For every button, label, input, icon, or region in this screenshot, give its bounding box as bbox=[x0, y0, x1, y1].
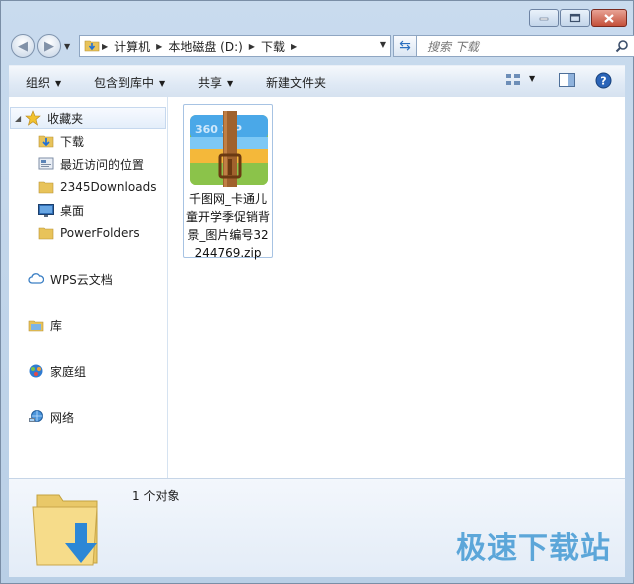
favorites-label: 收藏夹 bbox=[47, 111, 84, 126]
star-icon bbox=[25, 110, 41, 126]
preview-pane-icon bbox=[559, 73, 575, 87]
explorer-window: ◀ ▶ ▼ ▶ 计算机 ▶ 本地磁盘 (D:) ▶ 下载 ▶ ▼ ⇆ 组织 ▼ 包… bbox=[0, 0, 634, 584]
command-bar: 组织 ▼ 包含到库中 ▼ 共享 ▼ 新建文件夹 ▼ ? bbox=[9, 65, 625, 98]
file-item-zip[interactable]: 360 ZIP 千图网_卡通儿童开学季促销背景_图片编号32244769.zip bbox=[183, 104, 273, 260]
search-box[interactable] bbox=[416, 35, 634, 57]
sidebar-item-libraries[interactable]: 库 bbox=[28, 314, 186, 336]
caret-down-icon: ▼ bbox=[227, 79, 234, 88]
caret-down-icon: ▼ bbox=[55, 79, 62, 88]
sidebar-item-label: 桌面 bbox=[60, 203, 85, 218]
forward-button[interactable]: ▶ bbox=[37, 34, 61, 58]
caption-buttons bbox=[529, 9, 627, 27]
recent-places-icon bbox=[38, 156, 54, 172]
homegroup-icon bbox=[28, 363, 44, 379]
breadcrumb-drive-d[interactable]: 本地磁盘 (D:) bbox=[168, 38, 242, 55]
folder-download-icon bbox=[38, 133, 54, 149]
maximize-icon bbox=[569, 13, 581, 23]
view-dropdown-icon[interactable]: ▼ bbox=[529, 74, 535, 83]
sidebar-item-label: 最近访问的位置 bbox=[60, 157, 145, 172]
breadcrumb-downloads[interactable]: 下载 bbox=[261, 38, 285, 55]
caret-down-icon: ▼ bbox=[159, 79, 166, 88]
sidebar-item-label: 下载 bbox=[60, 134, 85, 149]
chevron-right-icon[interactable]: ▶ bbox=[249, 42, 255, 51]
maximize-button[interactable] bbox=[560, 9, 590, 27]
refresh-icon: ⇆ bbox=[399, 38, 411, 54]
file-list-area[interactable]: 360 ZIP 千图网_卡通儿童开学季促销背景_图片编号32244769.zip bbox=[168, 97, 625, 478]
back-button[interactable]: ◀ bbox=[11, 34, 35, 58]
sidebar-item-label: WPS云文档 bbox=[50, 272, 113, 287]
share-label: 共享 bbox=[198, 76, 223, 90]
watermark-text: 极速下载站 bbox=[456, 531, 611, 566]
sidebar-item-wps-cloud[interactable]: WPS云文档 bbox=[28, 268, 186, 290]
new-folder-button[interactable]: 新建文件夹 bbox=[266, 74, 326, 91]
close-icon bbox=[604, 13, 614, 23]
back-arrow-icon: ◀ bbox=[18, 38, 28, 54]
navigation-bar: ◀ ▶ ▼ ▶ 计算机 ▶ 本地磁盘 (D:) ▶ 下载 ▶ ▼ ⇆ bbox=[11, 33, 634, 59]
address-bar[interactable]: ▶ 计算机 ▶ 本地磁盘 (D:) ▶ 下载 ▶ ▼ bbox=[79, 35, 391, 57]
sidebar-item-favorites[interactable]: ◢ 收藏夹 bbox=[10, 107, 166, 129]
view-options-button[interactable] bbox=[505, 73, 521, 90]
cloud-icon bbox=[28, 271, 44, 287]
include-in-library-label: 包含到库中 bbox=[94, 76, 155, 90]
desktop-icon bbox=[38, 202, 54, 218]
organize-menu[interactable]: 组织 ▼ bbox=[26, 74, 61, 91]
folder-download-icon bbox=[84, 38, 100, 55]
recent-pages-dropdown-icon[interactable]: ▼ bbox=[64, 42, 70, 51]
refresh-button[interactable]: ⇆ bbox=[393, 35, 417, 57]
chevron-right-icon[interactable]: ▶ bbox=[156, 42, 162, 51]
chevron-right-icon[interactable]: ▶ bbox=[291, 42, 297, 51]
navigation-pane: ◢ 收藏夹 下载 最近访问的位置 2345Downloads 桌面 PowerF… bbox=[9, 97, 168, 478]
close-button[interactable] bbox=[591, 9, 627, 27]
sidebar-item-homegroup[interactable]: 家庭组 bbox=[28, 360, 186, 382]
folder-icon bbox=[38, 225, 54, 241]
breadcrumb-computer[interactable]: 计算机 bbox=[114, 38, 150, 55]
share-menu[interactable]: 共享 ▼ bbox=[198, 74, 233, 91]
preview-pane-button[interactable] bbox=[559, 73, 575, 90]
details-pane: 1 个对象 极速下载站 bbox=[9, 478, 625, 577]
folder-icon bbox=[38, 179, 54, 195]
help-button[interactable]: ? bbox=[595, 72, 612, 92]
library-icon bbox=[28, 317, 44, 333]
sidebar-item-label: 家庭组 bbox=[50, 364, 87, 379]
collapse-arrow-icon[interactable]: ◢ bbox=[15, 114, 21, 123]
sidebar-item-network[interactable]: 网络 bbox=[28, 406, 186, 428]
sidebar-item-label: 库 bbox=[50, 318, 63, 333]
sidebar-item-label: 网络 bbox=[50, 410, 75, 425]
search-input[interactable] bbox=[425, 37, 609, 57]
help-icon: ? bbox=[595, 72, 612, 89]
address-history-dropdown-icon[interactable]: ▼ bbox=[380, 40, 386, 49]
item-count-label: 1 个对象 bbox=[132, 489, 180, 503]
search-icon[interactable] bbox=[615, 39, 629, 56]
sidebar-item-label: PowerFolders bbox=[60, 226, 140, 240]
forward-arrow-icon: ▶ bbox=[44, 38, 54, 54]
zip-archive-icon: 360 ZIP bbox=[190, 111, 268, 187]
view-grid-icon bbox=[506, 74, 520, 85]
folder-download-large-icon bbox=[32, 494, 98, 566]
minimize-button[interactable] bbox=[529, 9, 559, 27]
chevron-right-icon[interactable]: ▶ bbox=[102, 42, 108, 51]
include-in-library-menu[interactable]: 包含到库中 ▼ bbox=[94, 74, 165, 91]
network-icon bbox=[28, 409, 44, 425]
minimize-icon bbox=[539, 17, 549, 21]
organize-label: 组织 bbox=[26, 76, 51, 90]
svg-text:?: ? bbox=[600, 75, 606, 88]
file-name-label: 千图网_卡通儿童开学季促销背景_图片编号32244769.zip bbox=[186, 192, 271, 260]
sidebar-item-label: 2345Downloads bbox=[60, 180, 157, 194]
